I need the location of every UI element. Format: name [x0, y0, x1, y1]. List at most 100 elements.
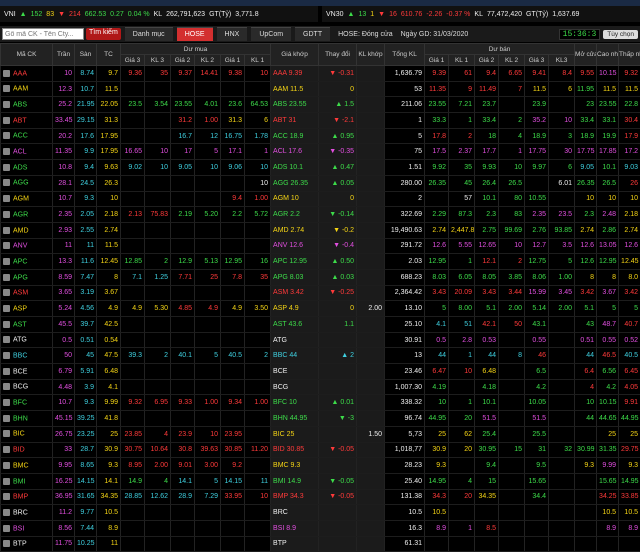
symbol-cell[interactable]: ACC [1, 128, 53, 144]
watchlist-toggle-icon[interactable] [3, 117, 10, 124]
table-row[interactable]: BFC10.79.39.999.326.959.331.009.341.00BF… [1, 395, 640, 411]
table-row[interactable]: ABS25.221.9522.0523.53.5423.554.0123.664… [1, 97, 640, 113]
symbol-cell[interactable]: AST [1, 317, 53, 333]
watchlist-toggle-icon[interactable] [3, 446, 10, 453]
symbol-cell[interactable]: AMD [1, 222, 53, 238]
symbol-cell[interactable]: APC [1, 254, 53, 270]
table-row[interactable]: BRC11.29.7710.5BRC 10.510.510.510.5 [1, 505, 640, 521]
table-row[interactable]: ANV111111.5ANV 12.6▼ -0.4291.7212.65.551… [1, 238, 640, 254]
table-row[interactable]: AGM10.79.3109.41.00AGM 10025710.18010.55… [1, 191, 640, 207]
watchlist-toggle-icon[interactable] [3, 493, 10, 500]
table-row[interactable]: BID3328.730.930.7510.6430.839.6330.8511.… [1, 442, 640, 458]
options-button[interactable]: Tùy chọn [603, 30, 638, 39]
table-row[interactable]: BTP11.7510.2511BTP 61.31 [1, 536, 640, 552]
table-row[interactable]: ASM3.653.193.67ASM 3.42▼ -0.252,364.423.… [1, 285, 640, 301]
table-row[interactable]: ATG0.50.510.54ATG 30.910.52.80.530.550.5… [1, 332, 640, 348]
symbol-cell[interactable]: BRC [1, 505, 53, 521]
table-row[interactable]: AGG28.124.526.310AGG 26.35▲ 0.05280.0026… [1, 175, 640, 191]
search-input[interactable] [2, 28, 84, 40]
symbol-cell[interactable]: BMC [1, 458, 53, 474]
tab-upcom[interactable]: UpCom [251, 27, 291, 41]
watchlist-toggle-icon[interactable] [3, 85, 10, 92]
search-button[interactable]: Tìm kiếm [86, 28, 121, 40]
table-row[interactable]: BCG4.483.94.1BCG 1,007.304.194.184.244.2… [1, 379, 640, 395]
tab-danh-muc[interactable]: Danh mục [125, 27, 173, 41]
table-row[interactable]: BMI16.2514.1514.114.9414.1514.1511BMI 14… [1, 473, 640, 489]
symbol-cell[interactable]: AAM [1, 81, 53, 97]
symbol-cell[interactable]: AAA [1, 66, 53, 82]
table-row[interactable]: AST45.539.742.5AST 43.61.125.104.15142.1… [1, 317, 640, 333]
symbol-cell[interactable]: BCG [1, 379, 53, 395]
symbol-cell[interactable]: ATG [1, 332, 53, 348]
watchlist-toggle-icon[interactable] [3, 148, 10, 155]
watchlist-toggle-icon[interactable] [3, 164, 10, 171]
symbol-cell[interactable]: BIC [1, 426, 53, 442]
watchlist-toggle-icon[interactable] [3, 540, 10, 547]
watchlist-toggle-icon[interactable] [3, 289, 10, 296]
watchlist-toggle-icon[interactable] [3, 227, 10, 234]
watchlist-toggle-icon[interactable] [3, 305, 10, 312]
symbol-cell[interactable]: ACL [1, 144, 53, 160]
table-row[interactable]: BSI8.567.448.9BSI 8.916.38.918.58.98.9 [1, 520, 640, 536]
table-row[interactable]: BIC26.7523.252523.85423.91023.95BIC 251.… [1, 426, 640, 442]
watchlist-toggle-icon[interactable] [3, 509, 10, 516]
table-row[interactable]: APC13.311.612.4512.85212.95.1312.9516APC… [1, 254, 640, 270]
watchlist-toggle-icon[interactable] [3, 258, 10, 265]
table-row[interactable]: ACC20.217.617.9516.71216.751.78ACC 18.9▲… [1, 128, 640, 144]
watchlist-toggle-icon[interactable] [3, 383, 10, 390]
watchlist-toggle-icon[interactable] [3, 321, 10, 328]
watchlist-toggle-icon[interactable] [3, 242, 10, 249]
symbol-cell[interactable]: BCE [1, 364, 53, 380]
watchlist-toggle-icon[interactable] [3, 179, 10, 186]
watchlist-toggle-icon[interactable] [3, 132, 10, 139]
table-row[interactable]: ABT33.4529.1531.331.21.0031.36ABT 31▼ -2… [1, 113, 640, 129]
watchlist-toggle-icon[interactable] [3, 274, 10, 281]
symbol-cell[interactable]: ABS [1, 97, 53, 113]
symbol-cell[interactable]: BMP [1, 489, 53, 505]
watchlist-toggle-icon[interactable] [3, 478, 10, 485]
table-row[interactable]: APG8.597.4787.11.257.71257.835APG 8.03▲ … [1, 269, 640, 285]
symbol-cell[interactable]: ABT [1, 113, 53, 129]
watchlist-toggle-icon[interactable] [3, 525, 10, 532]
symbol-cell[interactable]: BMI [1, 473, 53, 489]
symbol-cell[interactable]: AGM [1, 191, 53, 207]
table-row[interactable]: BBC504547.539.3240.1540.52BBC 44▲ 213441… [1, 348, 640, 364]
table-row[interactable]: BMP36.9531.6534.3528.8512.6228.97.2933.9… [1, 489, 640, 505]
watchlist-toggle-icon[interactable] [3, 462, 10, 469]
watchlist-toggle-icon[interactable] [3, 336, 10, 343]
symbol-cell[interactable]: ADS [1, 160, 53, 176]
symbol-cell[interactable]: AGR [1, 207, 53, 223]
col-header[interactable]: Mã CK [1, 44, 53, 66]
symbol-cell[interactable]: ASM [1, 285, 53, 301]
watchlist-toggle-icon[interactable] [3, 211, 10, 218]
table-row[interactable]: BHN45.1539.2541.8BHN 44.95▼ -396.7444.95… [1, 411, 640, 427]
tab-hnx[interactable]: HNX [217, 27, 248, 41]
watchlist-toggle-icon[interactable] [3, 399, 10, 406]
table-row[interactable]: ACL11.359.917.9516.651017517.11ACL 17.6▼… [1, 144, 640, 160]
symbol-cell[interactable]: ASP [1, 301, 53, 317]
table-row[interactable]: ASP5.244.564.94.95.304.854.94.93.50ASP 4… [1, 301, 640, 317]
table-row[interactable]: AAA108.749.79.36359.3714.419.3810AAA 9.3… [1, 66, 640, 82]
table-row[interactable]: BCE6.795.916.48BCE 23.466.47106.486.56.4… [1, 364, 640, 380]
watchlist-toggle-icon[interactable] [3, 70, 10, 77]
table-row[interactable]: AGR2.352.052.182.1375.832.195.202.25.72A… [1, 207, 640, 223]
tab-gdtt[interactable]: GDTT [295, 27, 330, 41]
symbol-cell[interactable]: BID [1, 442, 53, 458]
symbol-cell[interactable]: BSI [1, 520, 53, 536]
table-row[interactable]: BMC9.958.659.38.952.009.013.009.2BMC 9.3… [1, 458, 640, 474]
watchlist-toggle-icon[interactable] [3, 368, 10, 375]
watchlist-toggle-icon[interactable] [3, 352, 10, 359]
symbol-cell[interactable]: BFC [1, 395, 53, 411]
symbol-cell[interactable]: ANV [1, 238, 53, 254]
watchlist-toggle-icon[interactable] [3, 430, 10, 437]
table-row[interactable]: AAM12.310.711.5AAM 11.505311.35911.49711… [1, 81, 640, 97]
symbol-cell[interactable]: BHN [1, 411, 53, 427]
watchlist-toggle-icon[interactable] [3, 195, 10, 202]
table-row[interactable]: AMD2.932.552.74AMD 2.74▼ -0.219,490.632.… [1, 222, 640, 238]
symbol-cell[interactable]: BTP [1, 536, 53, 552]
table-row[interactable]: ADS10.89.49.639.02109.05109.0610ADS 10.1… [1, 160, 640, 176]
symbol-cell[interactable]: AGG [1, 175, 53, 191]
symbol-cell[interactable]: APG [1, 269, 53, 285]
tab-hose[interactable]: HOSE [177, 27, 213, 41]
symbol-cell[interactable]: BBC [1, 348, 53, 364]
